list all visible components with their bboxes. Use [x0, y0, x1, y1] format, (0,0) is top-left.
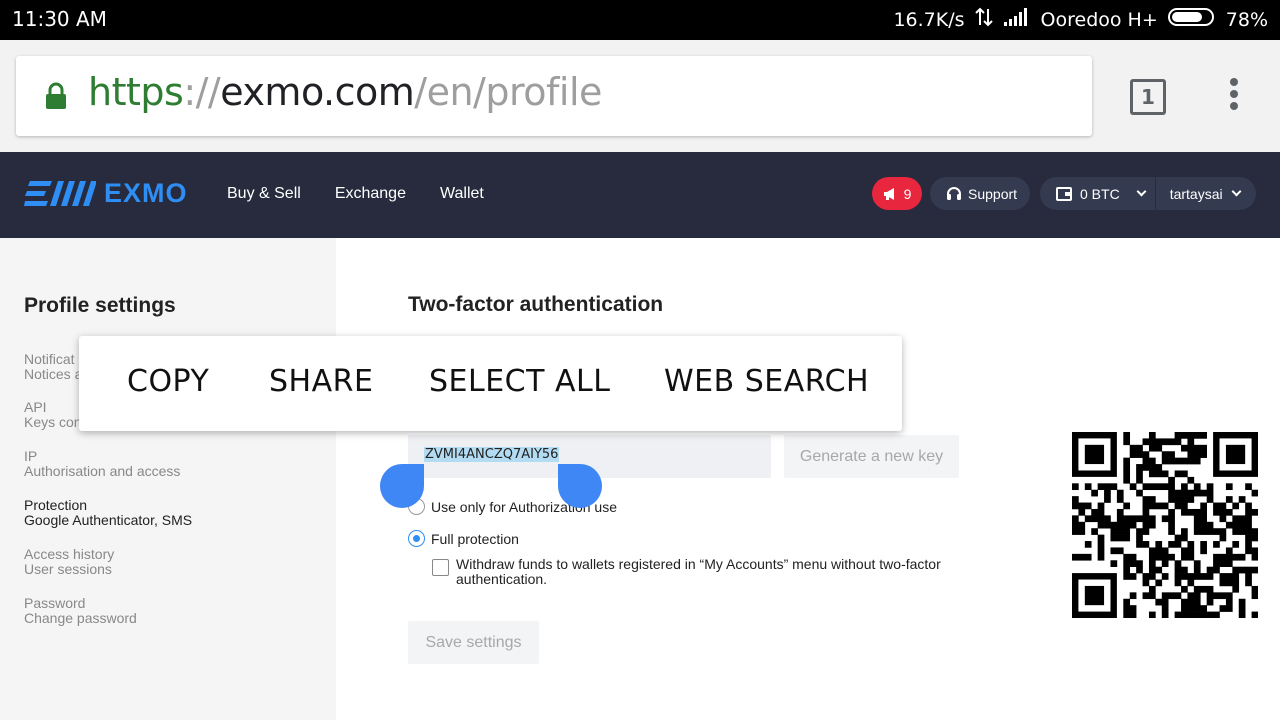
url-host: exmo.com	[220, 70, 415, 114]
withdraw-checkbox[interactable]	[432, 559, 449, 576]
profile-sidebar: Profile settings Notificat Notices a API…	[0, 238, 336, 720]
balance-label: 0 BTC	[1080, 185, 1120, 202]
battery-percent: 78%	[1225, 8, 1268, 31]
logo-text: EXMO	[104, 178, 188, 208]
url-path: /en/profile	[414, 70, 602, 114]
qr-code	[1072, 432, 1258, 618]
selection-handle-end[interactable]	[558, 464, 602, 508]
support-label: Support	[968, 185, 1018, 202]
notification-count: 9	[903, 185, 912, 202]
sidebar-item-title: IP	[24, 448, 38, 464]
exmo-logo[interactable]: EXMO	[24, 178, 188, 209]
nav-wallet[interactable]: Wallet	[440, 185, 484, 203]
sidebar-item-protection[interactable]: Protection Google Authenticator, SMS	[24, 498, 324, 528]
sidebar-item-ip[interactable]: IP Authorisation and access	[24, 449, 324, 479]
username: tartaysai	[1169, 185, 1223, 202]
status-right: 16.7K/s Ooredoo H+ 78%	[893, 7, 1268, 32]
lock-icon	[44, 82, 68, 115]
copy-action[interactable]: COPY	[127, 364, 209, 399]
overflow-menu-icon[interactable]	[1226, 78, 1242, 118]
text-selection-menu: COPY SHARE SELECT ALL WEB SEARCH	[79, 336, 902, 431]
sidebar-item-title: Protection	[24, 497, 88, 513]
status-bar: 11:30 AM 16.7K/s Ooredoo H+ 78%	[0, 0, 1280, 40]
headset-icon	[947, 186, 961, 200]
sidebar-item-subtitle: User sessions	[24, 561, 112, 577]
user-menu-button[interactable]: tartaysai	[1169, 185, 1242, 202]
support-button[interactable]: Support	[930, 177, 1030, 210]
sidebar-item-subtitle: Change password	[24, 610, 137, 626]
sidebar-title: Profile settings	[24, 294, 176, 317]
page-title: Two-factor authentication	[408, 293, 664, 316]
radio-full-protection[interactable]: Full protection	[408, 530, 519, 547]
logo-mark-icon	[24, 180, 96, 206]
generate-key-button[interactable]: Generate a new key	[784, 435, 959, 478]
chevron-down-icon	[1136, 186, 1147, 197]
share-action[interactable]: SHARE	[269, 364, 373, 399]
wallet-icon	[1056, 186, 1072, 201]
url-separator: ://	[183, 70, 221, 114]
url-text[interactable]: https://exmo.com/en/profile	[88, 70, 602, 114]
selection-handle-start[interactable]	[380, 464, 424, 508]
battery-icon	[1167, 7, 1216, 32]
sidebar-item-title: Password	[24, 595, 86, 611]
megaphone-icon	[883, 187, 894, 200]
notifications-button[interactable]: 9	[872, 177, 922, 210]
radio-button-selected[interactable]	[408, 530, 425, 547]
browser-toolbar: https://exmo.com/en/profile 1	[0, 40, 1280, 152]
status-time: 11:30 AM	[12, 7, 107, 31]
withdraw-checkbox-row[interactable]: Withdraw funds to wallets registered in …	[432, 557, 972, 587]
nav-exchange[interactable]: Exchange	[335, 185, 406, 203]
address-bar[interactable]: https://exmo.com/en/profile	[16, 56, 1092, 136]
sidebar-item-subtitle: Authorisation and access	[24, 463, 181, 479]
carrier-name: Ooredoo H+	[1040, 8, 1158, 31]
sidebar-item-access-history[interactable]: Access history User sessions	[24, 547, 324, 577]
select-all-action[interactable]: SELECT ALL	[429, 364, 610, 399]
wallet-balance-button[interactable]: 0 BTC	[1056, 185, 1147, 202]
signal-icon	[1003, 7, 1031, 32]
sidebar-item-title: Access history	[24, 546, 115, 562]
data-transfer-icon	[974, 7, 993, 32]
sidebar-item-password[interactable]: Password Change password	[24, 596, 324, 626]
main-nav: Buy & Sell Exchange Wallet	[227, 185, 484, 203]
sidebar-item-subtitle: Google Authenticator, SMS	[24, 512, 193, 528]
tabs-icon[interactable]: 1	[1130, 79, 1166, 115]
checkbox-label: Withdraw funds to wallets registered in …	[456, 556, 941, 587]
url-scheme: https	[88, 70, 184, 114]
secret-key-text[interactable]: ZVMI4ANCZQ7AIY56	[424, 447, 560, 462]
web-search-action[interactable]: WEB SEARCH	[664, 364, 869, 399]
nav-buy-sell[interactable]: Buy & Sell	[227, 185, 301, 203]
account-controls: 0 BTC tartaysai	[1040, 177, 1256, 210]
network-speed: 16.7K/s	[893, 8, 965, 31]
radio-label: Full protection	[431, 530, 519, 547]
divider	[1154, 177, 1156, 210]
save-settings-button[interactable]: Save settings	[408, 621, 539, 664]
chevron-down-icon	[1231, 186, 1242, 197]
